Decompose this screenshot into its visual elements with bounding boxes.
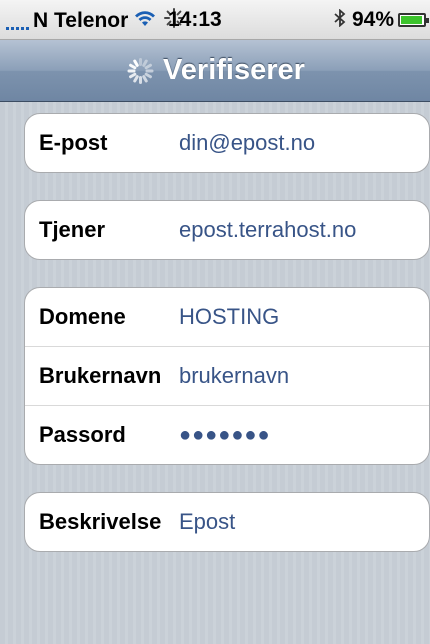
password-field[interactable]: Passord ●●●●●●● bbox=[25, 405, 429, 464]
battery-fill bbox=[401, 16, 422, 24]
spinner-spoke bbox=[139, 75, 143, 84]
navigation-bar: Verifiserer bbox=[0, 40, 430, 102]
domain-field[interactable]: Domene HOSTING bbox=[25, 288, 429, 346]
email-group: E-post din@epost.no bbox=[24, 113, 430, 173]
activity-spinner-icon bbox=[125, 56, 155, 86]
field-label: Beskrivelse bbox=[39, 509, 162, 534]
field-value[interactable]: HOSTING bbox=[179, 304, 279, 330]
field-label: Tjener bbox=[39, 217, 106, 242]
status-left: N Telenor bbox=[6, 8, 185, 34]
field-label: Brukernavn bbox=[39, 363, 162, 388]
account-group: Domene HOSTING Brukernavn brukernavn Pas… bbox=[24, 287, 430, 465]
wifi-icon bbox=[134, 10, 156, 33]
description-group: Beskrivelse Epost bbox=[24, 492, 430, 552]
status-time: 14:13 bbox=[168, 8, 222, 31]
field-value[interactable]: Epost bbox=[179, 509, 235, 535]
status-right: 94% bbox=[334, 8, 429, 32]
signal-icon bbox=[6, 12, 29, 30]
server-field[interactable]: Tjener epost.terrahost.no bbox=[25, 201, 429, 259]
spinner-spoke bbox=[145, 69, 154, 72]
description-field[interactable]: Beskrivelse Epost bbox=[25, 493, 429, 551]
carrier-name: N Telenor bbox=[33, 9, 129, 32]
status-bar: N Telenor 14:13 94% bbox=[0, 0, 430, 40]
field-label: Passord bbox=[39, 422, 126, 447]
field-value[interactable]: ●●●●●●● bbox=[179, 424, 271, 447]
settings-form: E-post din@epost.no Tjener epost.terraho… bbox=[0, 102, 430, 644]
field-label: E-post bbox=[39, 130, 108, 155]
field-value[interactable]: epost.terrahost.no bbox=[179, 217, 356, 243]
email-field[interactable]: E-post din@epost.no bbox=[25, 114, 429, 172]
field-value[interactable]: din@epost.no bbox=[179, 130, 315, 156]
server-group: Tjener epost.terrahost.no bbox=[24, 200, 430, 260]
username-field[interactable]: Brukernavn brukernavn bbox=[25, 346, 429, 405]
battery-icon bbox=[398, 13, 429, 27]
field-label: Domene bbox=[39, 304, 126, 329]
bluetooth-icon bbox=[334, 8, 346, 32]
field-value[interactable]: brukernavn bbox=[179, 363, 289, 389]
page-title: Verifiserer bbox=[163, 54, 305, 86]
battery-percent: 94% bbox=[351, 8, 394, 31]
